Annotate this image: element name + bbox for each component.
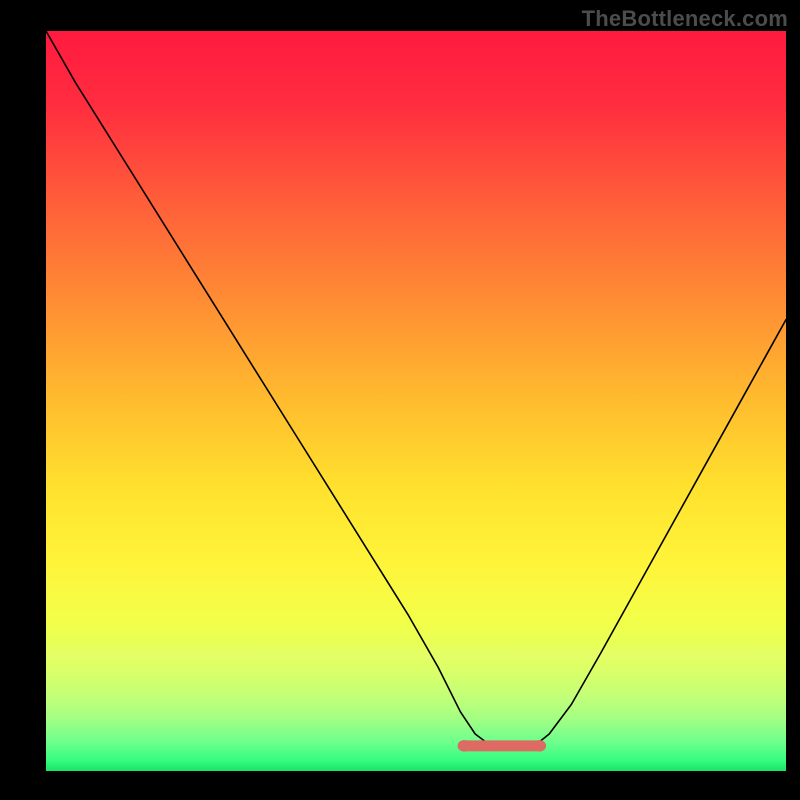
- app-frame: TheBottleneck.com: [0, 0, 800, 800]
- bottleneck-chart: [46, 31, 786, 771]
- optimal-range-marker: [458, 740, 546, 752]
- optimal-range-cap-right: [533, 740, 546, 752]
- optimal-range-cap-left: [458, 740, 471, 752]
- watermark-text: TheBottleneck.com: [582, 6, 788, 32]
- bottleneck-curve-line: [46, 31, 786, 749]
- plot-area: [46, 31, 786, 771]
